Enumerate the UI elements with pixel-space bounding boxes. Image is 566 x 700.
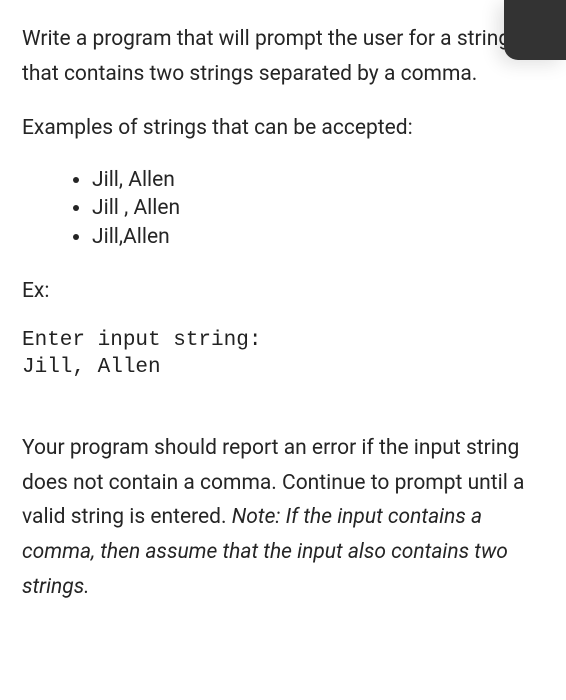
error-paragraph: Your program should report an error if t… — [22, 431, 544, 604]
examples-list: Jill, Allen Jill , Allen Jill,Allen — [22, 166, 544, 251]
list-item: Jill , Allen — [92, 194, 544, 222]
list-item: Jill, Allen — [92, 166, 544, 194]
code-block: Enter input string: Jill, Allen — [22, 327, 544, 382]
floating-tab[interactable] — [504, 0, 566, 60]
ex-label: Ex: — [22, 275, 544, 309]
examples-label: Examples of strings that can be accepted… — [22, 111, 544, 146]
list-item: Jill,Allen — [92, 223, 544, 251]
intro-paragraph: Write a program that will prompt the use… — [22, 22, 544, 91]
